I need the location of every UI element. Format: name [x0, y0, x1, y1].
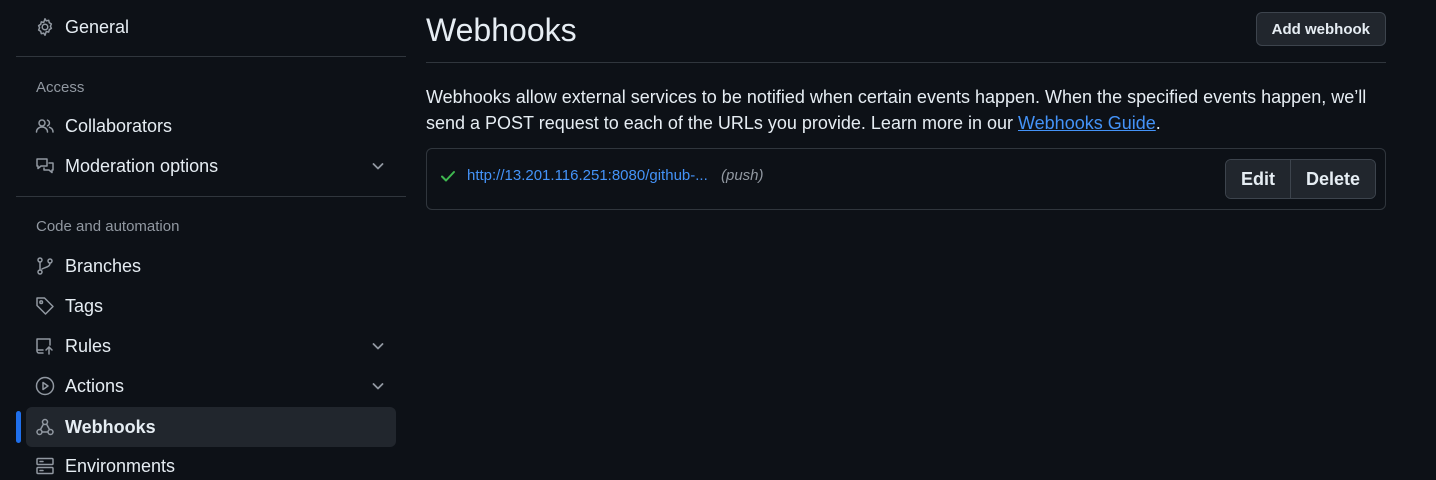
sidebar-item-label: Webhooks	[65, 416, 156, 437]
page-title: Webhooks	[426, 12, 577, 48]
chevron-down-icon[interactable]	[370, 338, 386, 354]
sidebar-divider	[16, 196, 406, 197]
settings-page: General Access Collaborators Moderation …	[0, 0, 1436, 480]
git-branch-icon	[35, 256, 55, 276]
sidebar-item-tags[interactable]: Tags	[26, 286, 396, 326]
settings-sidebar: General Access Collaborators Moderation …	[16, 0, 406, 480]
sidebar-item-moderation-options[interactable]: Moderation options	[26, 146, 396, 186]
section-heading-code-automation: Code and automation	[36, 218, 180, 235]
description-text: Webhooks allow external services to be n…	[426, 87, 1367, 133]
tag-icon	[35, 296, 55, 316]
gear-icon	[35, 17, 55, 37]
webhook-url-link[interactable]: http://13.201.116.251:8080/github-...	[467, 167, 708, 184]
sidebar-divider	[16, 56, 406, 57]
sidebar-item-label: Collaborators	[65, 115, 173, 136]
description-suffix: .	[1155, 113, 1161, 133]
chevron-down-icon[interactable]	[370, 158, 386, 174]
webhook-icon	[35, 417, 55, 437]
delete-button[interactable]: Delete	[1289, 160, 1375, 198]
edit-button[interactable]: Edit	[1225, 160, 1290, 198]
sidebar-item-rules[interactable]: Rules	[26, 326, 396, 366]
people-icon	[35, 116, 55, 136]
webhooks-guide-link[interactable]: Webhooks Guide	[1018, 113, 1156, 133]
sidebar-item-environments[interactable]: Environments	[26, 446, 396, 480]
section-heading-access: Access	[36, 79, 85, 96]
sidebar-item-label: Branches	[65, 255, 142, 276]
sidebar-item-label: Actions	[65, 375, 125, 396]
check-icon	[439, 167, 457, 185]
webhooks-main: Webhooks Add webhook Webhooks allow exte…	[426, 0, 1386, 480]
server-icon	[35, 456, 55, 476]
chevron-down-icon[interactable]	[370, 378, 386, 394]
webhook-list-item: http://13.201.116.251:8080/github-... (p…	[426, 148, 1386, 210]
sidebar-item-label: Tags	[65, 295, 104, 316]
title-divider	[426, 62, 1386, 63]
play-icon	[35, 376, 55, 396]
active-indicator	[16, 411, 21, 443]
sidebar-item-label: Environments	[65, 455, 176, 476]
webhooks-description: Webhooks allow external services to be n…	[426, 84, 1386, 136]
comment-discussion-icon	[35, 156, 55, 176]
sidebar-item-collaborators[interactable]: Collaborators	[26, 106, 396, 146]
sidebar-item-general[interactable]: General	[26, 7, 396, 47]
webhook-actions: Edit Delete	[1224, 159, 1376, 199]
sidebar-item-label: Moderation options	[65, 155, 219, 176]
sidebar-item-label: General	[65, 16, 130, 37]
add-webhook-button[interactable]: Add webhook	[1255, 12, 1386, 46]
sidebar-item-actions[interactable]: Actions	[26, 366, 396, 406]
sidebar-item-webhooks[interactable]: Webhooks	[26, 407, 396, 447]
repo-push-icon	[35, 336, 55, 356]
sidebar-item-label: Rules	[65, 335, 112, 356]
sidebar-item-branches[interactable]: Branches	[26, 246, 396, 286]
webhook-events: (push)	[721, 167, 764, 184]
